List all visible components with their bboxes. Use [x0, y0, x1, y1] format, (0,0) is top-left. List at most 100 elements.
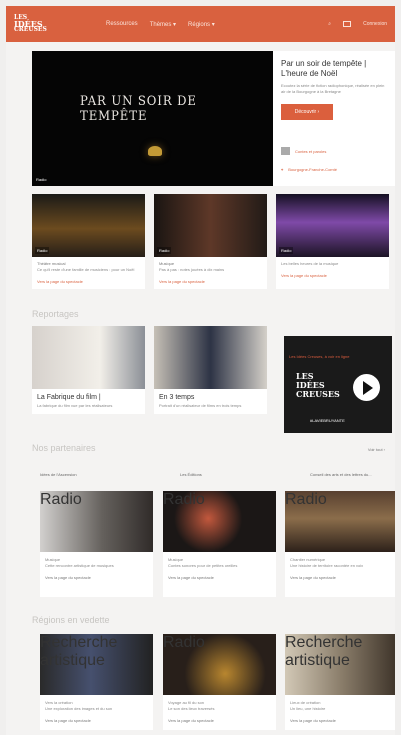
card-link[interactable]: Vers la page du spectacle: [290, 718, 393, 724]
reportage-thumbnail[interactable]: [32, 326, 145, 389]
partner-description: Cette rencontre artistique de musiques: [45, 563, 114, 568]
header-tools: ⌕ Connexion: [328, 21, 387, 27]
partner-description: Une histoire de territoire racontée en v…: [290, 563, 364, 568]
video-description: Ce qu'il reste d'une famille de musicien…: [37, 267, 135, 272]
card-link[interactable]: Vers la page du spectacle: [168, 575, 271, 581]
region-description: Le son des lieux traversés: [168, 706, 215, 711]
featured-video[interactable]: PAR UN SOIR DE TEMPÊTE Radio: [32, 51, 273, 186]
region-card-text: Voyage au fil du son Le son des lieux tra…: [163, 695, 276, 730]
region-thumbnail[interactable]: Recherche artistique: [285, 634, 395, 695]
partner-card-text: Chantier numérique Une histoire de territ…: [285, 552, 395, 597]
region-card[interactable]: Recherche artistique Vers la création Une…: [40, 634, 153, 730]
section-heading-partners: Nos partenaires: [32, 443, 96, 453]
card-link[interactable]: Vers la page du spectacle: [168, 718, 271, 724]
section-heading-reportages: Reportages: [32, 309, 79, 319]
search-icon[interactable]: ⌕: [328, 21, 331, 27]
reportage-card[interactable]: La Fabrique du film | La fabrique du fil…: [32, 326, 145, 414]
partner-card[interactable]: Radio Musique Contes sonores pour de peti…: [163, 491, 276, 597]
main-navigation: Ressources Thèmes ▾ Régions ▾: [106, 21, 215, 28]
grid-icon: [281, 147, 290, 155]
reportage-thumbnail[interactable]: [154, 326, 267, 389]
featured-meta-theme[interactable]: Contes et paroles: [281, 147, 326, 155]
partner-name[interactable]: Idées de l'Ascension: [40, 472, 77, 477]
reportage-title[interactable]: En 3 temps: [159, 394, 262, 401]
language-icon[interactable]: [343, 21, 352, 27]
nav-themes[interactable]: Thèmes ▾: [150, 21, 176, 28]
card-link[interactable]: Vers la page du spectacle: [159, 279, 262, 285]
card-link[interactable]: Vers la page du spectacle: [37, 279, 140, 285]
see-all-link[interactable]: Voir tout ›: [368, 447, 385, 452]
nav-resources[interactable]: Ressources: [106, 21, 138, 28]
featured-video-title: PAR UN SOIR DE TEMPÊTE: [80, 94, 197, 124]
site-logo[interactable]: LES IDÉES CREUSES: [14, 10, 76, 38]
featured-meta-region-label: Bourgogne-Franche-Comté: [288, 167, 337, 172]
login-link[interactable]: Connexion: [363, 21, 387, 27]
reportage-title[interactable]: La Fabrique du film |: [37, 394, 140, 401]
partner-card-text: Musique Cette rencontre artistique de mus…: [40, 552, 153, 597]
reportage-card[interactable]: En 3 temps Portrait d'un réalisateur de …: [154, 326, 267, 414]
region-card[interactable]: Recherche artistique Lieux de création Un…: [285, 634, 395, 730]
partner-name[interactable]: Conseil des arts et des lettres du...: [310, 472, 386, 477]
card-link[interactable]: Vers la page du spectacle: [45, 575, 148, 581]
promo-text: Les Idées Creuses, à voir en ligne: [289, 354, 350, 359]
card-link[interactable]: Vers la page du spectacle: [290, 575, 393, 581]
video-thumbnail[interactable]: Radio: [276, 194, 389, 257]
media-label: Recherche artistique: [285, 634, 363, 669]
region-card-text: Lieux de création Un lieu, une histoire Ve…: [285, 695, 395, 730]
page: LES IDÉES CREUSES Ressources Thèmes ▾ Ré…: [6, 6, 395, 735]
card-link[interactable]: Vers la page du spectacle: [281, 273, 384, 279]
partner-card-text: Musique Contes sonores pour de petites or…: [163, 552, 276, 597]
reportage-description: La fabrique du film vue par les réalisat…: [37, 403, 113, 408]
nav-regions[interactable]: Régions ▾: [188, 21, 215, 28]
top-card-row: Radio Théâtre musical Ce qu'il reste d'un…: [32, 194, 389, 289]
featured-meta-region[interactable]: ⌖ Bourgogne-Franche-Comté: [281, 167, 337, 172]
media-label: Radio: [40, 491, 82, 508]
partner-thumbnail[interactable]: Radio: [40, 491, 153, 552]
video-card[interactable]: Radio Musique Pas à pas : notes jouées à …: [154, 194, 267, 289]
video-card[interactable]: Radio Théâtre musical Ce qu'il reste d'un…: [32, 194, 145, 289]
top-navigation: LES IDÉES CREUSES Ressources Thèmes ▾ Ré…: [6, 6, 395, 42]
reportage-row: La Fabrique du film | La fabrique du fil…: [32, 326, 267, 414]
partner-description: Contes sonores pour de petites oreilles: [168, 563, 238, 568]
partner-card[interactable]: Radio Chantier numérique Une histoire de …: [285, 491, 395, 597]
promo-hashtag: #LAVIEBRUYANTE: [310, 418, 345, 423]
card-link[interactable]: Vers la page du spectacle: [45, 718, 148, 724]
region-description: Une exploration des images et du son: [45, 706, 113, 711]
media-label: Recherche artistique: [40, 634, 118, 669]
region-thumbnail[interactable]: Recherche artistique: [40, 634, 153, 695]
media-label: Radio: [279, 247, 294, 254]
video-thumbnail[interactable]: Radio: [154, 194, 267, 257]
video-card-text: Théâtre musical Ce qu'il reste d'une fami…: [32, 257, 145, 289]
partner-thumbnail[interactable]: Radio: [285, 491, 395, 552]
featured-panel: Par un soir de tempête | L'heure de Noël…: [273, 51, 395, 186]
video-card[interactable]: Radio Les belles heures de la musique Ver…: [276, 194, 389, 289]
featured-badge: Radio: [36, 177, 47, 182]
partner-thumbnail[interactable]: Radio: [163, 491, 276, 552]
featured-meta-theme-label: Contes et paroles: [295, 148, 327, 154]
region-card-text: Vers la création Une exploration des imag…: [40, 695, 153, 730]
play-icon[interactable]: [353, 374, 380, 401]
logo-line-3: CREUSES: [14, 26, 47, 33]
partner-card[interactable]: Radio Musique Cette rencontre artistique …: [40, 491, 153, 597]
media-label: Radio: [35, 247, 50, 254]
media-label: Radio: [163, 634, 205, 651]
discover-button[interactable]: Découvrir ›: [281, 104, 333, 120]
media-label: Radio: [285, 491, 327, 508]
featured-description: Ecoutez la série de fiction radiophoniqu…: [281, 83, 385, 94]
region-thumbnail[interactable]: Radio: [163, 634, 276, 695]
video-description: Pas à pas : notes jouées à dix mains: [159, 267, 225, 272]
promo-logo: LES IDÉES CREUSES: [296, 371, 340, 399]
media-label: Radio: [157, 247, 172, 254]
lamp-image: [148, 146, 162, 156]
region-description: Un lieu, une histoire: [290, 706, 326, 711]
video-card-text: Les belles heures de la musique Vers la p…: [276, 257, 389, 283]
featured-title[interactable]: Par un soir de tempête | L'heure de Noël: [281, 59, 385, 79]
video-description: Les belles heures de la musique: [281, 261, 339, 266]
partner-name[interactable]: Les Éditions: [180, 472, 202, 477]
partner-logos: Idées de l'Ascension Les Éditions Consei…: [32, 467, 392, 487]
region-card[interactable]: Radio Voyage au fil du son Le son des lie…: [163, 634, 276, 730]
video-thumbnail[interactable]: Radio: [32, 194, 145, 257]
video-card-text: Musique Pas à pas : notes jouées à dix ma…: [154, 257, 267, 289]
location-pin-icon: ⌖: [281, 167, 284, 172]
promo-video[interactable]: Les Idées Creuses, à voir en ligne LES I…: [284, 336, 392, 433]
